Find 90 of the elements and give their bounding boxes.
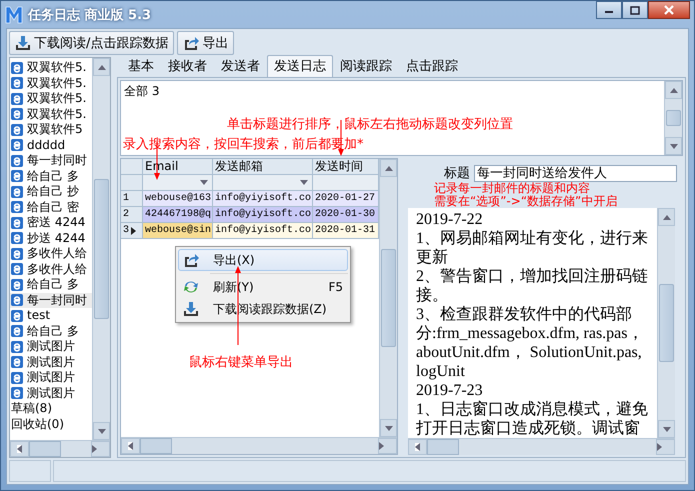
tab[interactable]: 点击跟踪 [399, 55, 465, 77]
mail-list-item[interactable]: 给自己 多 [10, 277, 92, 292]
vertical-scrollbar[interactable] [379, 159, 397, 437]
tab[interactable]: 发送日志 [267, 55, 333, 77]
export-icon [183, 35, 200, 51]
close-button[interactable] [648, 1, 690, 19]
mail-list-item[interactable]: 双翼软件5. [10, 106, 92, 122]
mail-list-item[interactable]: 给自己 密 [10, 200, 92, 215]
subject-field[interactable]: 每一封同时送给发件人 [474, 164, 677, 182]
body-text-line: 2、警告窗口，增加找回注册码链 [416, 267, 649, 286]
body-text-line: 更新 [416, 248, 449, 267]
body-text-line: 1、网易邮箱网址有变化，进行来 [416, 229, 649, 248]
mail-list-item[interactable]: 抄送 4244 [10, 230, 92, 246]
app-logo-icon [5, 6, 23, 24]
mail-list-item[interactable]: 多收件人给 [10, 262, 92, 277]
export-icon [183, 252, 199, 268]
tab[interactable]: 发送者 [214, 55, 267, 77]
close-icon [663, 5, 675, 15]
annotation-text: 单击标题进行排序，鼠标左右拖动标题改变列位置 [227, 118, 513, 132]
refresh-icon [183, 279, 199, 295]
minimize-button[interactable] [596, 1, 622, 19]
body-text-line: 2019-7-23 [416, 381, 484, 400]
mail-list-item[interactable]: 给自己 多 [10, 168, 92, 184]
download-icon [15, 35, 31, 51]
mail-list-item[interactable]: test [10, 308, 92, 324]
tab[interactable]: 接收者 [161, 55, 214, 77]
body-text-line: 分:frm_messagebox.dfm, ras.pas， [416, 324, 645, 343]
table-cell: 2020-01-27 [313, 191, 379, 207]
mail-list-item[interactable]: 给自己 多 [10, 324, 92, 339]
mail-list-item[interactable]: 测试图片 [10, 370, 92, 386]
horizontal-scrollbar[interactable] [121, 437, 397, 454]
mail-list-item[interactable]: 每一封同时 [10, 153, 92, 168]
tab[interactable]: 阅读跟踪 [333, 55, 399, 77]
row-number: 2 [121, 207, 143, 223]
menu-item[interactable]: 导出(X) [178, 249, 348, 271]
table-cell: webouse@163 [143, 191, 213, 207]
mail-list-item[interactable]: 密送 4244 [10, 215, 92, 230]
annotation-text: 需要在“选项”->“数据存储”中开启 [434, 195, 618, 208]
window-title: 任务日志 商业版 5.3 [28, 6, 152, 24]
table-cell: 2020-01-30 [313, 207, 379, 223]
horizontal-scrollbar[interactable] [10, 440, 110, 457]
column-header[interactable]: 发送邮箱 [213, 159, 313, 175]
body-text-line: 2019-7-22 [416, 210, 484, 229]
horizontal-scrollbar[interactable] [408, 438, 675, 455]
table-cell: 2020-01-31 [313, 223, 379, 239]
mail-list-item[interactable]: 草稿(8) [10, 401, 92, 416]
mail-list-item[interactable]: 测试图片 [10, 354, 92, 370]
body-text-line: 1、日志窗口改成消息模式，避免 [416, 400, 649, 419]
table-cell: info@yiyisoft.co [213, 223, 313, 239]
tab[interactable]: 基本 [121, 55, 161, 77]
mail-list-item[interactable]: 给自己 抄 [10, 184, 92, 200]
mail-list-item[interactable]: 测试图片 [10, 339, 92, 354]
maximize-icon [630, 6, 640, 14]
mail-list-item[interactable]: 回收站(0) [10, 416, 92, 432]
mail-list-item[interactable]: ddddd [10, 138, 92, 153]
toolbar-button[interactable]: 下载阅读/点击跟踪数据 [9, 31, 174, 55]
vertical-scrollbar[interactable] [92, 58, 110, 440]
filter-field[interactable] [143, 175, 213, 191]
mail-list-item[interactable]: 双翼软件5 [10, 122, 92, 138]
body-text-line: 接。 [416, 286, 449, 305]
body-text-line: aboutUnit.dfm， SolutionUnit.pas, [416, 343, 643, 362]
table-cell: webouse@sin [143, 223, 213, 239]
subject-label: 标题 [444, 165, 470, 182]
menu-item[interactable]: 刷新(Y) F5 [178, 276, 348, 298]
annotation-text: 记录每一封邮件的标题和内容 [434, 182, 591, 195]
mail-list-item[interactable]: 测试图片 [10, 386, 92, 401]
row-number: 3 [121, 223, 143, 239]
filter-field[interactable] [213, 175, 313, 191]
mail-list-item[interactable]: 双翼软件5. [10, 76, 92, 91]
maximize-button[interactable] [622, 1, 648, 19]
body-text-line: 3、检查跟群发软件中的代码部 [416, 305, 633, 324]
mail-list-item[interactable]: 每一封同时 [10, 292, 92, 308]
message-body-area[interactable]: 2019-7-22 1、网易邮箱网址有变化，进行来 更新 2、警告窗口，增加找回注册码链 接。 3、检查跟群发软件中的代码部 分:frm_messagebox.dfm, ras.pas， aboutUnit.dfm， SolutionUnit.pas, logUnit 2019-7-23 1、日志窗口改成消息模式，避免 打开日志窗口造成死锁。调试窗 [408, 208, 675, 455]
vertical-scrollbar[interactable] [664, 81, 682, 155]
body-text-line: logUnit [416, 362, 466, 381]
download-icon [183, 301, 199, 317]
row-number: 1 [121, 191, 143, 207]
vertical-scrollbar[interactable] [657, 208, 675, 438]
mail-list-item[interactable]: 多收件人给 [10, 246, 92, 262]
annotation-text: 鼠标右键菜单导出 [189, 356, 294, 370]
table-cell: info@yiyisoft.co [213, 191, 313, 207]
toolbar-button[interactable]: 导出 [177, 31, 234, 55]
body-text-line: 打开日志窗口造成死锁。调试窗 [416, 419, 641, 438]
filter-field[interactable] [313, 175, 379, 191]
mail-list-item[interactable]: 双翼软件5. [10, 60, 92, 76]
table-cell: 424467198@q [143, 207, 213, 223]
summary-text: 全部 3 [123, 83, 160, 100]
table-cell: info@yiyisoft.co [213, 207, 313, 223]
mail-list-item[interactable]: 双翼软件5. [10, 91, 92, 106]
column-header[interactable]: 发送时间 [313, 159, 379, 175]
